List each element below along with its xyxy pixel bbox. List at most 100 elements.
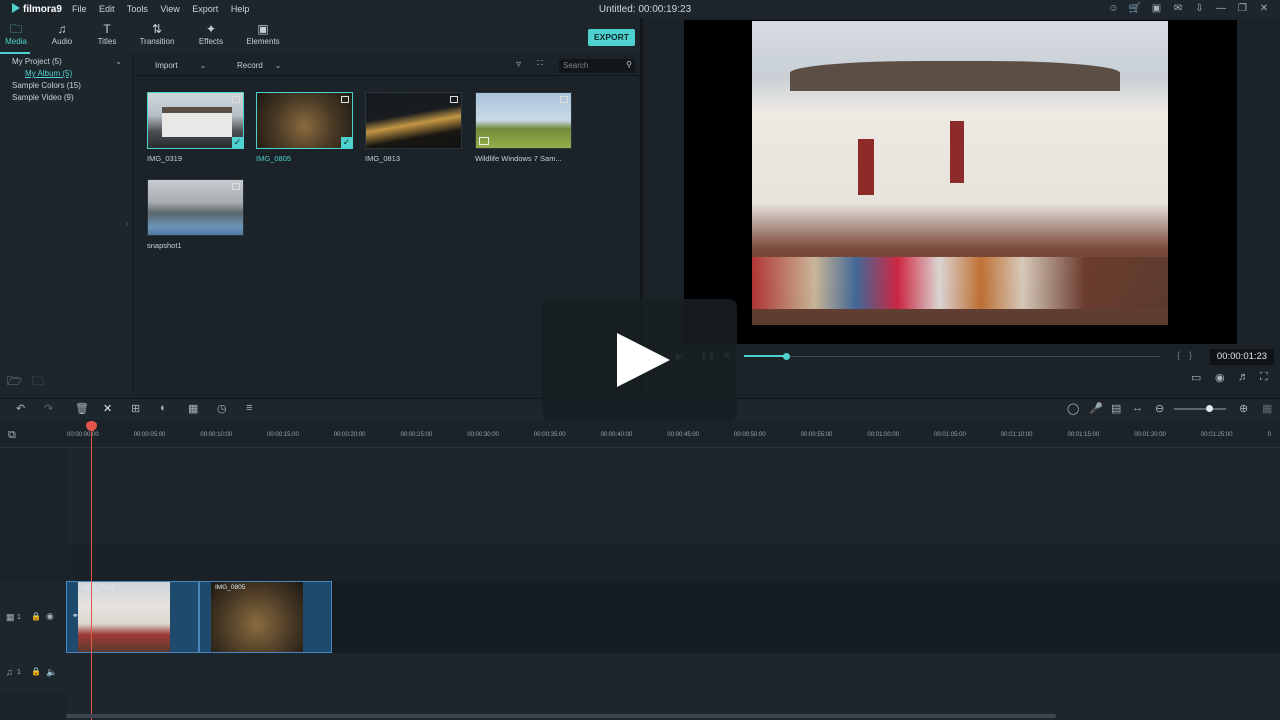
menu-export[interactable]: Export — [192, 4, 218, 14]
filmora-logo-icon — [12, 3, 20, 13]
mark-out-icon[interactable]: } — [1189, 350, 1192, 360]
add-track-icon[interactable]: ⧉ — [8, 429, 16, 442]
play-overlay-icon[interactable] — [617, 333, 670, 387]
zoom-slider[interactable] — [1174, 405, 1226, 412]
volume-icon[interactable]: ♬ — [1238, 371, 1249, 383]
media-name: IMG_0319 — [147, 154, 183, 163]
import-button[interactable]: Import ⌄ — [155, 61, 206, 70]
video-type-icon — [560, 96, 568, 103]
eye-icon[interactable]: ◉ — [46, 611, 54, 622]
lock-icon[interactable]: 🔒 — [31, 667, 41, 676]
menu-view[interactable]: View — [160, 4, 179, 14]
tab-audio[interactable]: ♫ Audio — [40, 22, 84, 46]
timeline-clip[interactable]: IMG_0805 — [199, 581, 332, 653]
delete-folder-icon[interactable]: 🗀 — [32, 372, 44, 393]
undo-icon[interactable]: ↶ — [16, 402, 25, 415]
record-button[interactable]: Record ⌄ — [237, 61, 282, 70]
filter-icon[interactable]: ▿ — [516, 59, 521, 70]
audio-mixer-icon[interactable]: ▤ — [1111, 402, 1121, 415]
cart-icon[interactable]: 🛒 — [1129, 3, 1141, 14]
video-track-header: ▦ 1 🔒 ◉ — [0, 581, 66, 653]
audio-adjust-icon[interactable]: ≡ — [246, 402, 252, 414]
mail-icon[interactable]: ✉ — [1172, 3, 1184, 14]
music-note-icon: ♫ — [57, 22, 67, 36]
close-icon[interactable]: ✕ — [1258, 3, 1270, 14]
speed-icon[interactable]: ◷ — [217, 402, 227, 415]
seek-bar-progress — [744, 355, 786, 357]
tab-titles[interactable]: T Titles — [85, 22, 129, 46]
timeline-settings-icon[interactable]: ▦ — [1262, 402, 1272, 415]
snapshot-camera-icon[interactable]: ◉ — [1215, 371, 1225, 384]
ruler-tick-label: 00:00:00:00 — [67, 432, 99, 438]
image-type-icon — [232, 96, 240, 103]
media-thumb-img-0319[interactable]: ✓ — [147, 92, 244, 149]
timeline-ruler[interactable]: ⧉ 00:00:00:00 00:00:05:00 00:00:10:00 00:00… — [0, 420, 1280, 448]
media-thumb-img-0805[interactable]: ✓ — [256, 92, 353, 149]
minimize-icon[interactable]: — — [1215, 3, 1227, 14]
doc-title-label: Untitled: — [598, 4, 636, 15]
menu-file[interactable]: File — [72, 4, 87, 14]
delete-icon[interactable]: 🗑 — [75, 402, 89, 415]
cut-icon[interactable]: ✕ — [103, 402, 112, 415]
zoom-slider-handle[interactable] — [1206, 405, 1213, 412]
media-thumb-wildlife[interactable] — [475, 92, 572, 149]
redo-icon[interactable]: ↷ — [44, 402, 53, 415]
app-name: filmora9 — [23, 4, 62, 15]
ruler-tick-label: 00:01:15:00 — [1067, 432, 1100, 438]
restore-icon[interactable]: ❐ — [1236, 3, 1248, 14]
crop-icon[interactable]: ⊞ — [131, 402, 140, 415]
save-icon[interactable]: ▣ — [1150, 3, 1162, 14]
lock-icon[interactable]: 🔒 — [31, 612, 41, 621]
fullscreen-icon[interactable]: ⛶ — [1260, 371, 1268, 384]
marker-icon[interactable]: ◯ — [1067, 402, 1079, 415]
tab-audio-label: Audio — [51, 37, 73, 46]
seek-handle[interactable] — [782, 353, 790, 360]
export-button[interactable]: EXPORT — [588, 29, 635, 46]
media-thumb-snapshot1[interactable] — [147, 179, 244, 236]
fit-timeline-icon[interactable]: ↔ — [1132, 402, 1143, 414]
image-type-icon — [450, 96, 458, 103]
microphone-icon[interactable]: 🎤 — [1089, 402, 1103, 415]
timeline-clip[interactable]: IMG_0319 ⚭ — [66, 581, 199, 653]
tree-my-album[interactable]: My Album (5) — [12, 68, 122, 80]
account-icon[interactable]: ☺ — [1107, 3, 1119, 14]
green-screen-icon[interactable]: ▦ — [188, 402, 198, 415]
globe-building-shape — [162, 107, 232, 137]
seek-bar[interactable] — [744, 353, 1160, 360]
search-input[interactable]: Search ⚲ — [559, 59, 635, 73]
tree-sample-video[interactable]: Sample Video (9) — [12, 92, 122, 104]
display-settings-icon[interactable]: ▭ — [1191, 371, 1201, 384]
menu-help[interactable]: Help — [231, 4, 250, 14]
ruler-tick-label: 00:01:05:00 — [934, 432, 966, 438]
speaker-icon[interactable]: 🔈 — [46, 667, 57, 678]
transition-icon: ⇅ — [151, 22, 163, 36]
grid-view-icon[interactable]: ∷ — [537, 58, 543, 69]
zoom-in-icon[interactable]: ⊕ — [1239, 402, 1248, 415]
preview-viewer[interactable] — [684, 20, 1237, 344]
ruler-tick-label: 00:00:40:00 — [600, 432, 633, 438]
tab-transition-label: Transition — [139, 37, 175, 46]
search-placeholder: Search — [563, 61, 589, 70]
menu-tools[interactable]: Tools — [127, 4, 148, 14]
tree-sample-colors[interactable]: Sample Colors (15) — [12, 80, 122, 92]
tab-effects[interactable]: ✦ Effects — [189, 22, 233, 46]
tab-media[interactable]: 🗀 Media — [0, 22, 38, 46]
collapse-panel-icon[interactable]: ‹ — [126, 219, 129, 228]
timeline-scrollbar[interactable] — [66, 714, 1056, 718]
banner-shape — [858, 139, 874, 195]
tab-titles-label: Titles — [97, 37, 117, 46]
tab-transition[interactable]: ⇅ Transition — [135, 22, 179, 46]
playhead[interactable] — [91, 428, 92, 720]
checkmark-icon: ✓ — [341, 137, 352, 148]
tab-elements[interactable]: ▣ Elements — [241, 22, 285, 46]
menu-edit[interactable]: Edit — [99, 4, 115, 14]
media-thumb-img-0813[interactable] — [365, 92, 462, 149]
ruler-tick-label: 0 — [1267, 432, 1271, 438]
color-icon[interactable]: ◐ — [160, 402, 167, 414]
zoom-out-icon[interactable]: ⊖ — [1155, 402, 1164, 415]
tree-my-project[interactable]: My Project (5) ⌄ — [12, 56, 122, 68]
download-icon[interactable]: ⇩ — [1193, 3, 1205, 14]
ruler-tick-label: 00:00:35:00 — [533, 432, 566, 438]
new-folder-icon[interactable]: 🗁 — [7, 372, 22, 393]
mark-in-icon[interactable]: { — [1177, 350, 1180, 360]
